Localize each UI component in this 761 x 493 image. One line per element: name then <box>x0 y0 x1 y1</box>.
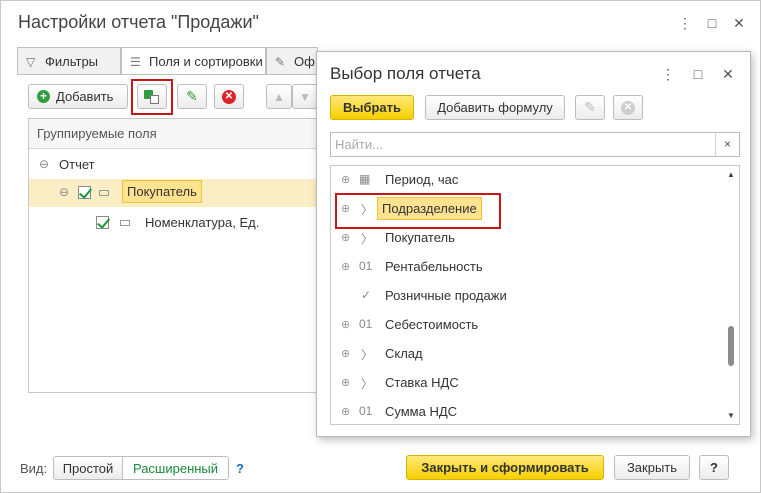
expand-icon[interactable]: ⊕ <box>341 405 350 418</box>
scroll-thumb[interactable] <box>728 326 734 366</box>
help-button[interactable]: ? <box>699 455 729 480</box>
delete-button[interactable]: ✕ <box>214 84 244 109</box>
list-item[interactable]: ⊕ 01 Рентабельность <box>331 253 721 282</box>
filter-icon: ▽ <box>26 55 36 69</box>
list-item-label: Покупатель <box>385 230 455 245</box>
add-button-label: Добавить <box>56 89 114 104</box>
view-simple-button[interactable]: Простой <box>53 456 123 480</box>
add-button[interactable]: + Добавить <box>28 84 128 109</box>
list-item[interactable]: ⊕ 〉 Ставка НДС <box>331 369 721 398</box>
expand-icon[interactable]: ⊕ <box>341 260 350 273</box>
list-item-label: Розничные продажи <box>385 288 507 303</box>
tree-row-nomenclature[interactable]: Номенклатура, Ед. <box>145 215 259 230</box>
close-window-icon[interactable]: ✕ <box>731 15 747 31</box>
list-item[interactable]: ⊕ 01 Сумма НДС <box>331 398 721 424</box>
fields-icon: ☰ <box>130 55 141 69</box>
annotation-highlight-department <box>335 193 501 229</box>
tree-row-report[interactable]: Отчет <box>59 157 95 172</box>
expand-icon[interactable]: ⊕ <box>341 173 350 186</box>
dialog-title: Выбор поля отчета <box>330 64 481 83</box>
edit-button[interactable]: ✎ <box>177 84 207 109</box>
dialog-delete-button[interactable]: ✕ <box>613 95 643 120</box>
list-item-label: Склад <box>385 346 423 361</box>
grid-header: Группируемые поля <box>29 119 321 149</box>
chevron-right-icon: 〉 <box>361 232 374 246</box>
tab-fields-label: Поля и сортировки <box>149 54 263 69</box>
brush-icon: ✎ <box>275 55 286 69</box>
field-icon <box>99 190 109 196</box>
field-selection-dialog: Выбор поля отчета ⋮ □ ✕ Выбрать Добавить… <box>316 51 751 437</box>
list-item-label: Себестоимость <box>385 317 479 332</box>
numeric-01-icon: 01 <box>359 317 373 331</box>
tab-filters[interactable]: ▽ Фильтры <box>17 47 121 74</box>
move-down-button[interactable]: ▼ <box>292 84 318 109</box>
dialog-edit-button[interactable]: ✎ <box>575 95 605 120</box>
tab-fields-and-sorting[interactable]: ☰ Поля и сортировки <box>121 47 266 75</box>
view-label: Вид: <box>20 461 48 476</box>
collapse-icon[interactable]: ⊖ <box>59 185 69 199</box>
pencil-icon: ✎ <box>584 99 596 115</box>
scroll-down-icon[interactable]: ▼ <box>727 411 735 420</box>
select-button[interactable]: Выбрать <box>330 95 414 120</box>
tab-filters-label: Фильтры <box>45 54 99 69</box>
list-item[interactable]: ✓ Розничные продажи <box>331 282 721 311</box>
clear-search-icon[interactable]: × <box>715 133 739 156</box>
move-up-button[interactable]: ▲ <box>266 84 292 109</box>
checkbox-nomenclature[interactable] <box>96 216 109 229</box>
arrow-down-icon: ▼ <box>299 89 311 104</box>
tab-design[interactable]: ✎ Оф <box>266 47 318 74</box>
close-and-build-button[interactable]: Закрыть и сформировать <box>406 455 604 480</box>
tab-design-label: Оф <box>294 54 315 69</box>
list-item-label: Период, час <box>385 172 459 187</box>
collapse-icon[interactable]: ⊖ <box>39 157 49 171</box>
dialog-close-icon[interactable]: ✕ <box>720 66 736 82</box>
annotation-highlight-add-field <box>131 79 173 115</box>
expand-icon[interactable]: ⊕ <box>341 231 350 244</box>
expand-icon[interactable]: ⊕ <box>341 347 350 360</box>
arrow-up-icon: ▲ <box>273 89 285 104</box>
list-item[interactable]: ⊕ ▦ Период, час <box>331 166 721 195</box>
check-icon: ✓ <box>361 288 372 302</box>
dialog-maximize-icon[interactable]: □ <box>690 66 706 82</box>
chevron-right-icon: 〉 <box>361 377 374 391</box>
list-scrollbar[interactable]: ▲ ▼ <box>725 168 737 422</box>
pencil-icon: ✎ <box>186 88 198 104</box>
list-item-label: Ставка НДС <box>385 375 459 390</box>
search-field[interactable]: × <box>330 132 740 157</box>
view-extended-button[interactable]: Расширенный <box>122 456 229 480</box>
list-item-label: Рентабельность <box>385 259 483 274</box>
scroll-up-icon[interactable]: ▲ <box>727 170 735 179</box>
grouping-fields-grid[interactable]: Группируемые поля ⊖ Отчет ⊖ Покупатель Н… <box>28 118 322 393</box>
delete-icon: ✕ <box>222 89 236 104</box>
calendar-icon: ▦ <box>359 172 371 186</box>
window-title: Настройки отчета "Продажи" <box>18 12 259 32</box>
list-item[interactable]: ⊕ 01 Себестоимость <box>331 311 721 340</box>
expand-icon[interactable]: ⊕ <box>341 376 350 389</box>
list-item-label: Сумма НДС <box>385 404 458 419</box>
delete-icon: ✕ <box>621 100 635 115</box>
close-button[interactable]: Закрыть <box>614 455 690 480</box>
dialog-more-icon[interactable]: ⋮ <box>660 66 676 82</box>
checkbox-buyer[interactable] <box>78 186 91 199</box>
tree-row-buyer[interactable]: Покупатель <box>122 180 202 203</box>
chevron-right-icon: 〉 <box>361 348 374 362</box>
add-formula-button[interactable]: Добавить формулу <box>425 95 565 120</box>
numeric-01-icon: 01 <box>359 404 373 418</box>
help-link[interactable]: ? <box>236 461 244 476</box>
numeric-01-icon: 01 <box>359 259 373 273</box>
list-item[interactable]: ⊕ 〉 Склад <box>331 340 721 369</box>
expand-icon[interactable]: ⊕ <box>341 318 350 331</box>
field-icon <box>120 220 130 226</box>
more-menu-icon[interactable]: ⋮ <box>677 15 693 31</box>
plus-circle-icon: + <box>37 90 50 103</box>
search-input[interactable] <box>331 133 711 155</box>
maximize-icon[interactable]: □ <box>704 15 720 31</box>
